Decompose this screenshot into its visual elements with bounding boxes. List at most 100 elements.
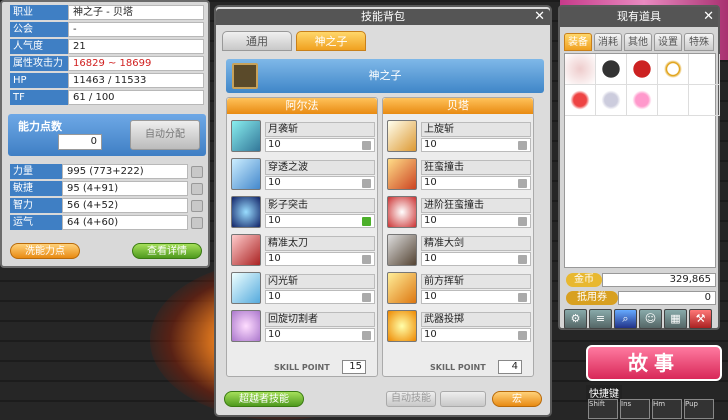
inventory-slot[interactable]	[658, 85, 689, 116]
attr-plus-button[interactable]	[191, 165, 203, 178]
expand-icon[interactable]: ▦	[664, 309, 687, 329]
macro-button[interactable]: 宏	[492, 391, 542, 407]
stat-row-job: 职业 神之子 - 贝塔	[10, 5, 204, 20]
stat-row-guild: 公会 -	[10, 22, 204, 37]
crescent-slash-icon	[231, 120, 261, 152]
tab-cash[interactable]: 特殊	[684, 33, 714, 51]
view-details-button[interactable]: 查看详情	[132, 243, 202, 259]
skill-plus-button[interactable]	[362, 255, 371, 264]
skill-level: 10	[265, 214, 375, 228]
white-wing-item-icon[interactable]	[596, 85, 627, 116]
gold-ring-item-icon[interactable]	[658, 54, 689, 85]
skill-name: 精准大剑	[421, 236, 531, 251]
skill-column-alpha: 阿尔法 月袭斩 10 穿透之波 10 影子突击 10 精准太刀 10 闪光斩 10 回旋切…	[226, 97, 378, 377]
skill-plus-button[interactable]	[518, 179, 527, 188]
tab-setup[interactable]: 设置	[654, 33, 682, 51]
column-header-beta: 贝塔	[383, 98, 533, 114]
attr-value: 95 (4+91)	[62, 181, 188, 196]
tab-zero[interactable]: 神之子	[296, 31, 366, 51]
skill-item[interactable]: 月袭斩 10	[231, 120, 375, 154]
close-icon[interactable]: ✕	[703, 9, 714, 24]
skill-name: 上旋斩	[421, 122, 531, 137]
skill-item[interactable]: 狂蛮撞击 10	[387, 158, 531, 192]
skill-item[interactable]: 前方挥斩 10	[387, 272, 531, 306]
skill-plus-button[interactable]	[362, 293, 371, 302]
attr-value: 64 (4+60)	[62, 215, 188, 230]
stat-label: 属性攻击力	[10, 56, 68, 71]
stat-value: 61 / 100	[68, 90, 204, 105]
quickslot-key[interactable]: Shift	[588, 399, 618, 419]
job-name: 神之子	[368, 69, 402, 82]
skill-plus-button[interactable]	[362, 217, 371, 226]
skill-item[interactable]: 精准大剑 10	[387, 234, 531, 268]
skill-item[interactable]: 武器投掷 10	[387, 310, 531, 344]
skill-level: 10	[421, 176, 531, 190]
story-button[interactable]: 故事	[586, 345, 722, 381]
skill-level: 10	[265, 290, 375, 304]
helmet-item-icon[interactable]	[596, 54, 627, 85]
skill-plus-button[interactable]	[362, 179, 371, 188]
spin-cutter-icon	[231, 310, 261, 342]
skill-level: 10	[265, 252, 375, 266]
stat-value: 21	[68, 39, 204, 54]
stat-label: 人气度	[10, 39, 68, 54]
placeholder-button[interactable]	[440, 391, 486, 407]
column-header-alpha: 阿尔法	[227, 98, 377, 114]
skill-point-label: SKILL POINT	[274, 363, 330, 372]
attr-plus-button[interactable]	[191, 216, 203, 229]
pink-crystal-item-icon[interactable]	[627, 85, 658, 116]
quickslot-bar: 快捷键 Shift Ins Hm Pup	[586, 385, 728, 420]
skill-plus-button[interactable]	[518, 331, 527, 340]
gear-icon[interactable]: ⚙	[564, 309, 587, 329]
skill-item[interactable]: 回旋切割者 10	[231, 310, 375, 344]
inventory-window: 现有道具 ✕ 装备 消耗 其他 设置 特殊 金币 329,865 抵用券 0 ⚙…	[558, 5, 720, 330]
stat-value: 神之子 - 贝塔	[68, 5, 204, 20]
ring-item-icon[interactable]	[627, 54, 658, 85]
red-wing-item-icon[interactable]	[565, 85, 596, 116]
tab-equip[interactable]: 装备	[564, 33, 592, 51]
skill-plus-button[interactable]	[362, 141, 371, 150]
quickslot-key[interactable]: Pup	[684, 399, 714, 419]
stat-value: 11463 / 11533	[68, 73, 204, 88]
hammer-icon[interactable]: ⚒	[689, 309, 712, 329]
skill-plus-button[interactable]	[518, 293, 527, 302]
attr-plus-button[interactable]	[191, 199, 203, 212]
attr-label: 敏捷	[10, 181, 62, 196]
quickslot-key[interactable]: Hm	[652, 399, 682, 419]
inventory-slot[interactable]	[689, 85, 720, 116]
auto-skill-button[interactable]: 自动技能	[386, 391, 436, 407]
advanced-wild-impact-icon	[387, 196, 417, 228]
inventory-slot[interactable]	[689, 54, 720, 85]
quickslot-key[interactable]: Ins	[620, 399, 650, 419]
skill-item[interactable]: 进阶狂蛮撞击 10	[387, 196, 531, 230]
skill-plus-button[interactable]	[518, 141, 527, 150]
attr-label: 运气	[10, 215, 62, 230]
tab-common[interactable]: 通用	[222, 31, 292, 51]
skill-item[interactable]: 精准太刀 10	[231, 234, 375, 268]
skill-item[interactable]: 影子突击 10	[231, 196, 375, 230]
reset-ap-button[interactable]: 洗能力点	[10, 243, 80, 259]
tab-use[interactable]: 消耗	[594, 33, 622, 51]
skill-level: 10	[265, 138, 375, 152]
skill-plus-button[interactable]	[518, 217, 527, 226]
skill-plus-button[interactable]	[362, 331, 371, 340]
sort-icon[interactable]: ≡	[589, 309, 612, 329]
wild-impact-icon	[387, 158, 417, 190]
attr-plus-button[interactable]	[191, 182, 203, 195]
close-icon[interactable]: ✕	[534, 9, 545, 24]
auto-assign-button[interactable]: 自动分配	[130, 120, 200, 150]
skill-item[interactable]: 上旋斩 10	[387, 120, 531, 154]
attr-label: 智力	[10, 198, 62, 213]
avatar-icon[interactable]: ☺	[639, 309, 662, 329]
skill-item[interactable]: 闪光斩 10	[231, 272, 375, 306]
hyper-skill-button[interactable]: 超越者技能	[224, 391, 304, 407]
skill-name: 月袭斩	[265, 122, 375, 137]
skill-column-beta: 贝塔 上旋斩 10 狂蛮撞击 10 进阶狂蛮撞击 10 精准大剑 10 前方挥斩 10 武…	[382, 97, 534, 377]
skill-plus-button[interactable]	[518, 255, 527, 264]
coupon-row: 抵用券 0	[566, 291, 716, 305]
search-icon[interactable]: ⌕	[614, 309, 637, 329]
tab-etc[interactable]: 其他	[624, 33, 652, 51]
inventory-grid	[564, 53, 720, 268]
sword-item-icon[interactable]	[565, 54, 596, 85]
skill-item[interactable]: 穿透之波 10	[231, 158, 375, 192]
